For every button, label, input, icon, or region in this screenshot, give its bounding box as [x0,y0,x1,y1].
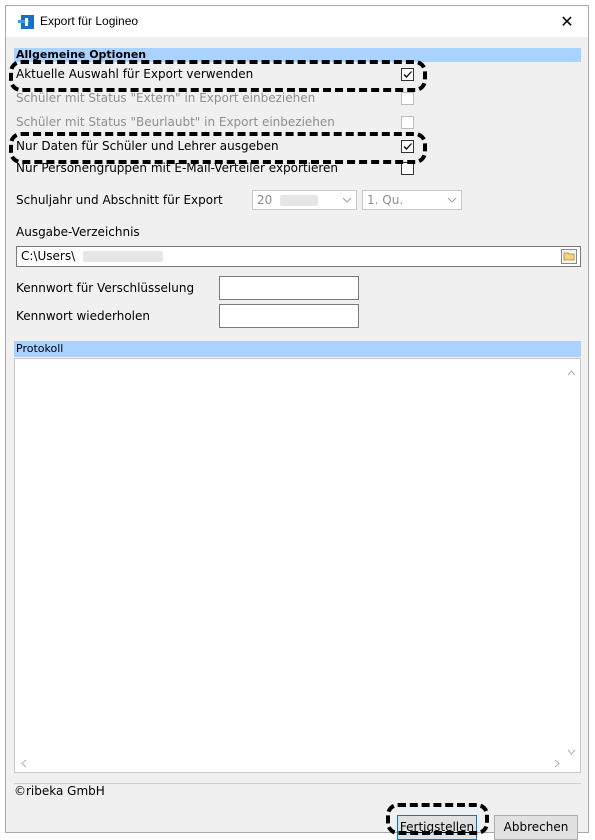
schuljahr-select[interactable]: 20 [252,190,357,210]
copyright-text: ©ribeka GmbH [14,784,105,798]
chevron-down-icon [338,191,356,209]
option-row-schueler-lehrer[interactable]: Nur Daten für Schüler und Lehrer ausgebe… [16,138,279,155]
close-icon: ✕ [560,12,574,31]
close-button[interactable]: ✕ [546,6,588,37]
finish-button[interactable]: Fertigstellen [397,815,477,840]
finish-button-label: Fertigstellen [399,820,475,834]
checkbox-schueler-lehrer[interactable] [401,140,414,153]
logineo-app-icon [18,15,34,29]
scroll-right-icon[interactable] [554,757,560,771]
checkbox-beurlaubt[interactable] [401,116,414,129]
option-label: Schüler mit Status "Extern" in Export ei… [16,91,316,105]
option-row-personengruppen[interactable]: Nur Personengruppen mit E-Mail-Verteiler… [16,160,338,177]
checkmark-icon [403,143,412,150]
checkbox-aktuelle-auswahl[interactable] [401,68,414,81]
export-dialog: Export für Logineo ✕ Allgemeine Optionen… [5,5,589,840]
option-label: Aktuelle Auswahl für Export verwenden [16,67,254,81]
scroll-down-icon[interactable] [567,744,576,758]
abschnitt-select[interactable]: 1. Qu. [362,190,462,210]
chevron-down-icon [443,191,461,209]
ausgabe-path-input[interactable]: C:\Users\ [16,246,581,267]
kennwort-wdh-label-text: Kennwort wiederholen [16,309,150,323]
option-row-extern[interactable]: Schüler mit Status "Extern" in Export ei… [16,90,315,107]
schuljahr-label: Schuljahr und Abschnitt für Export [16,192,223,209]
option-label: Nur Personengruppen mit E-Mail-Verteiler… [16,161,339,175]
folder-icon[interactable] [561,249,577,264]
scroll-left-icon[interactable] [21,757,27,771]
redacted-text [280,195,319,206]
status-bar: ©ribeka GmbH [14,783,581,799]
kennwort-label: Kennwort für Verschlüsselung [16,280,194,297]
ausgabe-label-text: Ausgabe-Verzeichnis [16,225,140,239]
option-row-beurlaubt[interactable]: Schüler mit Status "Beurlaubt" in Export… [16,114,335,131]
kennwort-wdh-field[interactable] [219,304,359,328]
section-header-protokoll: Protokoll [14,341,581,357]
cancel-button-label: Abbrechen [503,820,569,834]
kennwort-wdh-label: Kennwort wiederholen [16,308,150,325]
schuljahr-value: 20 [257,193,273,207]
protokoll-header-label: Protokoll [16,342,64,355]
protokoll-log[interactable] [14,358,581,773]
option-row-aktuelle-auswahl[interactable]: Aktuelle Auswahl für Export verwenden [16,66,253,83]
option-label: Schüler mit Status "Beurlaubt" in Export… [16,115,335,129]
cancel-button[interactable]: Abbrechen [494,815,578,840]
checkbox-personengruppen[interactable] [401,162,414,175]
schuljahr-label-text: Schuljahr und Abschnitt für Export [16,193,223,207]
section-header-options: Allgemeine Optionen [14,48,581,62]
kennwort-label-text: Kennwort für Verschlüsselung [16,281,195,295]
scroll-up-icon[interactable] [567,365,576,379]
window-title: Export für Logineo [40,14,139,28]
title-bar: Export für Logineo ✕ [6,6,588,37]
option-label: Nur Daten für Schüler und Lehrer ausgebe… [16,139,279,153]
kennwort-field[interactable] [219,276,359,300]
options-header-label: Allgemeine Optionen [16,48,147,61]
abschnitt-value: 1. Qu. [367,193,404,207]
ausgabe-path-value: C:\Users\ [21,249,76,263]
redacted-text [82,251,163,262]
checkbox-extern[interactable] [401,92,414,105]
checkmark-icon [403,71,412,78]
ausgabe-label: Ausgabe-Verzeichnis [16,224,140,241]
